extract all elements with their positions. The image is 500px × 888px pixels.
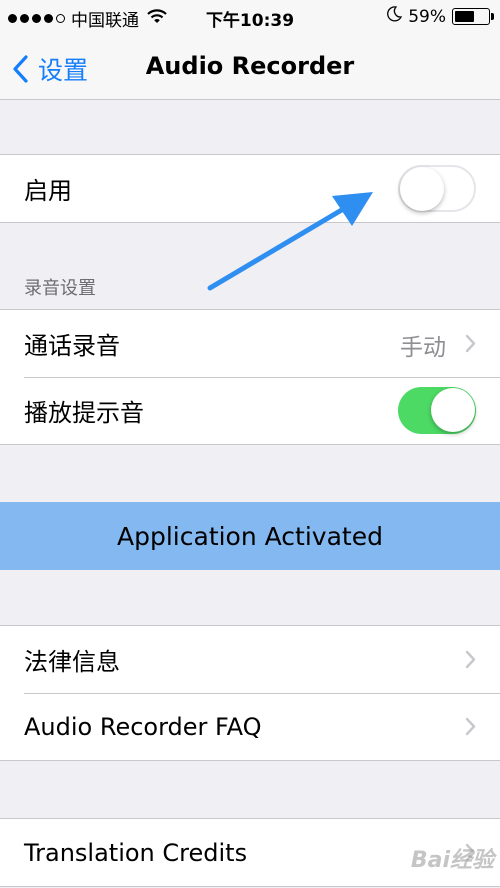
recording-settings-group: 通话录音 手动 播放提示音 — [0, 309, 500, 445]
status-right: 59% — [386, 6, 494, 27]
call-recording-label: 通话录音 — [24, 332, 120, 360]
enable-group: 启用 — [0, 154, 500, 223]
prompt-tone-toggle[interactable] — [398, 387, 476, 434]
activated-text: Application Activated — [117, 521, 383, 551]
prompt-tone-label: 播放提示音 — [24, 399, 144, 427]
section-header-recording: 录音设置 — [24, 278, 96, 299]
toggle-knob — [400, 167, 444, 211]
battery-percent: 59% — [408, 6, 446, 27]
legal-info-label: 法律信息 — [24, 648, 120, 676]
legal-info-row[interactable]: 法律信息 — [0, 626, 500, 693]
battery-icon — [452, 8, 494, 25]
watermark-logo: Bai经验 — [410, 848, 494, 873]
faq-label: Audio Recorder FAQ — [24, 712, 262, 741]
call-recording-row[interactable]: 通话录音 手动 — [0, 310, 500, 377]
info-group: 法律信息 Audio Recorder FAQ — [0, 625, 500, 761]
faq-row[interactable]: Audio Recorder FAQ — [0, 693, 500, 760]
application-activated-banner[interactable]: Application Activated — [0, 502, 500, 570]
navigation-bar: 设置 Audio Recorder — [0, 34, 500, 100]
call-recording-value: 手动 — [400, 335, 446, 361]
toggle-knob — [431, 388, 475, 432]
status-bar: 中国联通 下午10:39 59% — [0, 0, 500, 34]
moon-icon — [386, 6, 403, 27]
translation-credits-label: Translation Credits — [24, 838, 248, 867]
chevron-right-icon — [465, 650, 476, 669]
enable-toggle[interactable] — [398, 165, 476, 212]
chevron-right-icon — [465, 334, 476, 353]
enable-row: 启用 — [0, 155, 500, 222]
battery-fill — [455, 11, 474, 22]
enable-label: 启用 — [24, 177, 72, 205]
page-title: Audio Recorder — [145, 52, 355, 80]
prompt-tone-row: 播放提示音 — [0, 377, 500, 444]
chevron-right-icon — [465, 717, 476, 736]
